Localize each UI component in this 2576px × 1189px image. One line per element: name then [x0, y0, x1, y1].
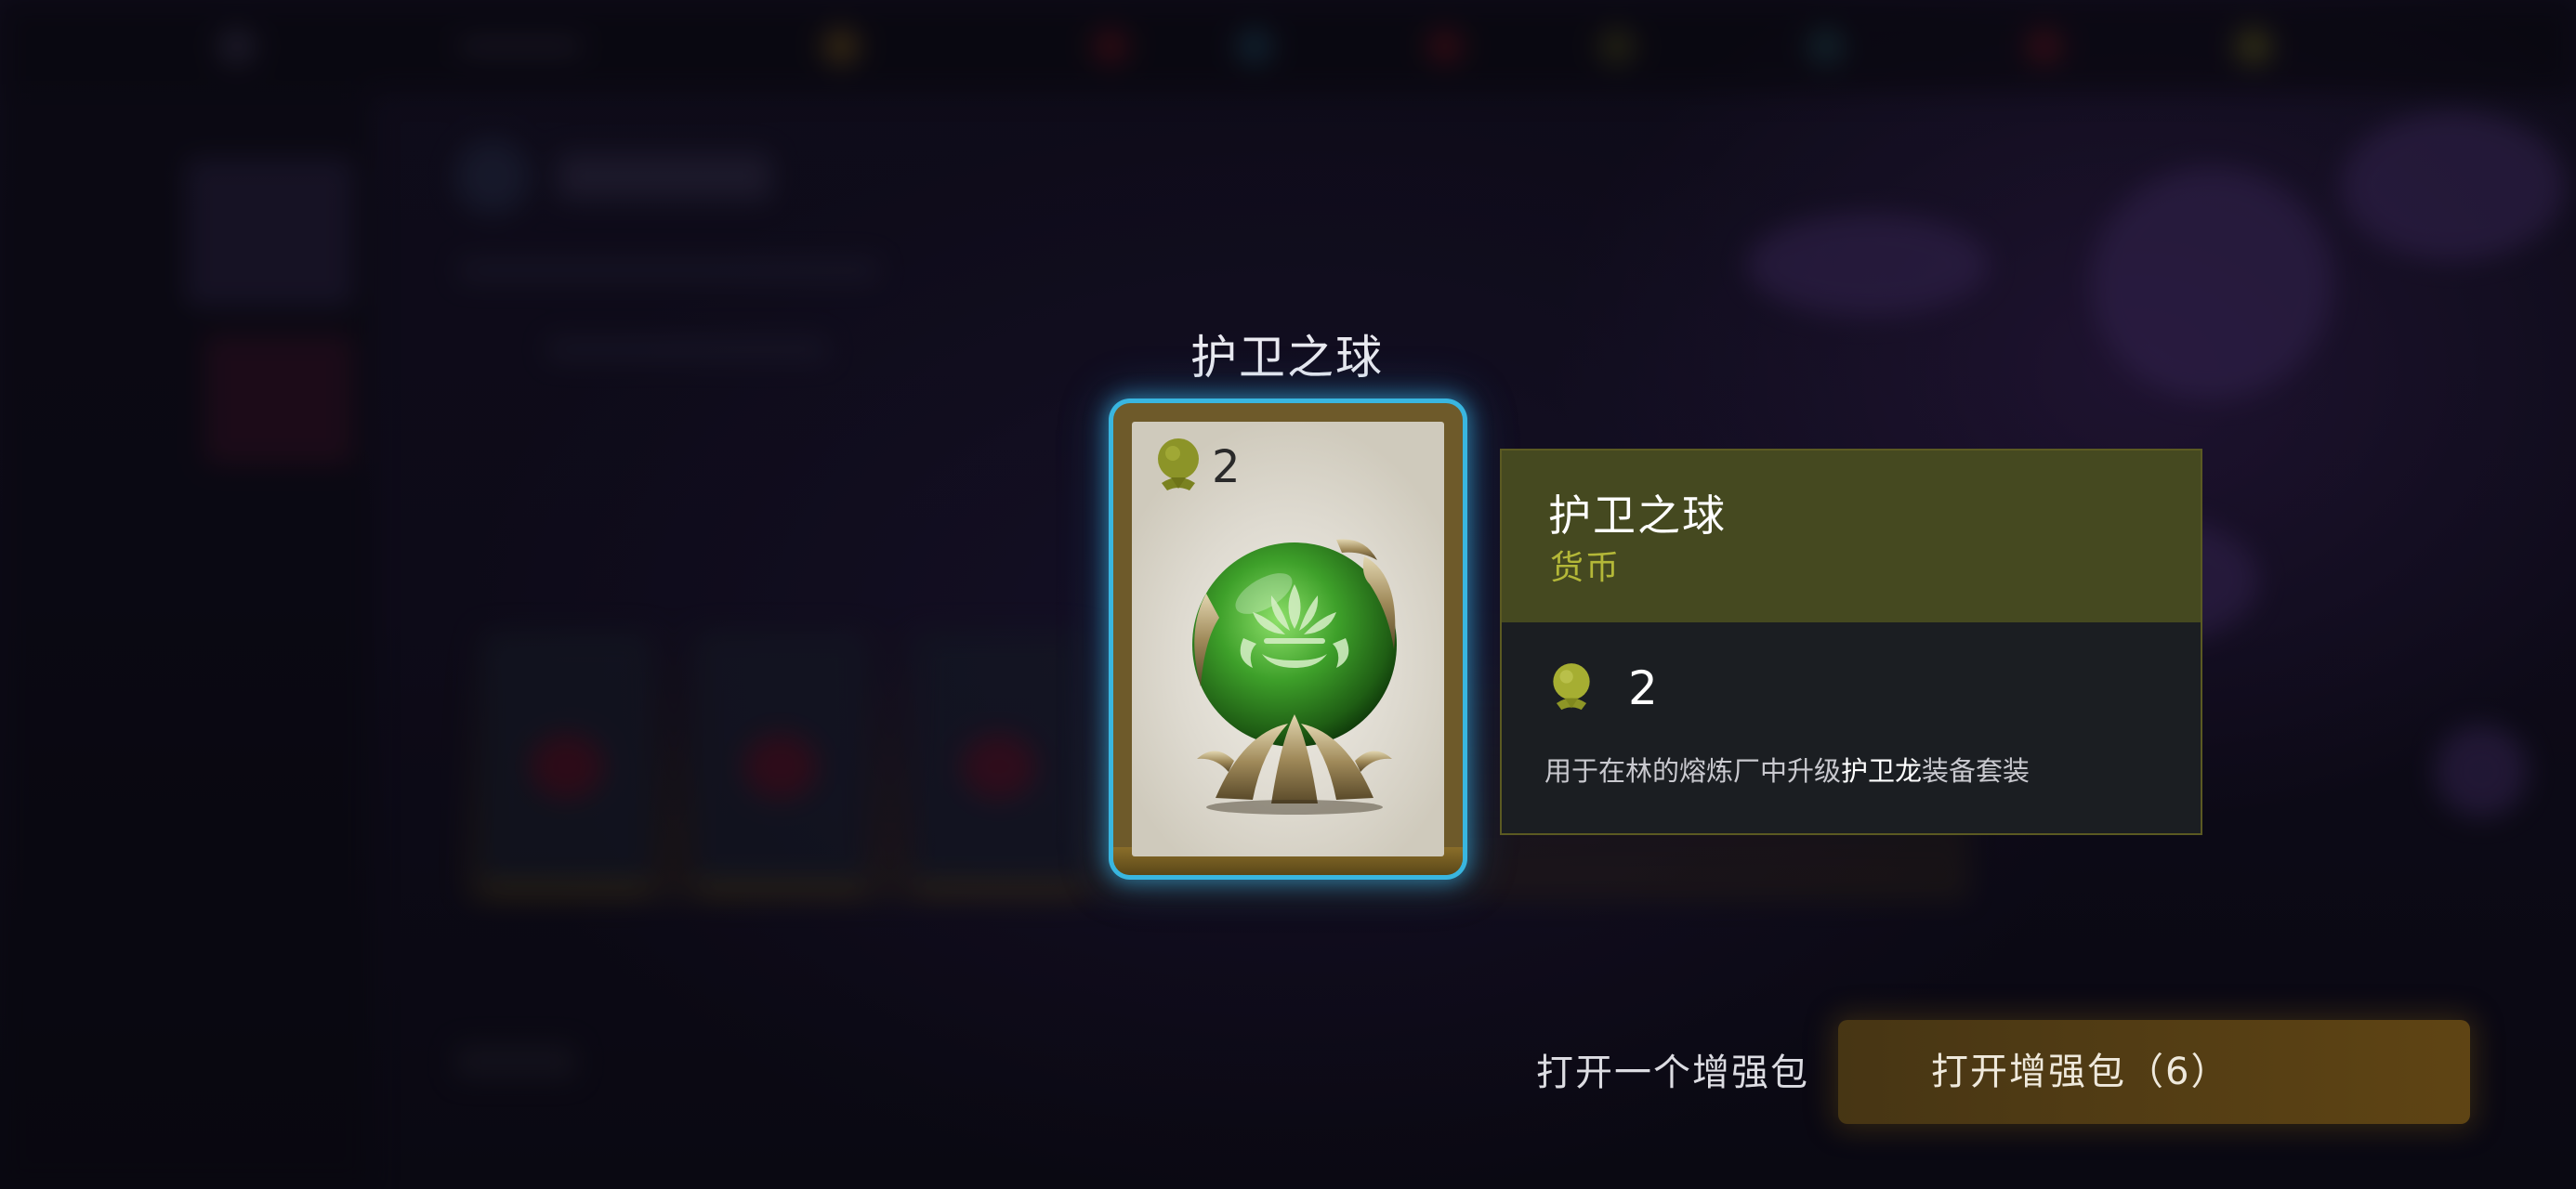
item-cost-value: 2 — [1628, 661, 1658, 715]
featured-card-title: 护卫之球 — [1190, 331, 1384, 385]
item-description-text: 装备套装 — [1922, 755, 2031, 787]
card-face: 2 — [1132, 422, 1444, 856]
open-all-packs-button[interactable]: 打开增强包（6） — [1838, 1020, 2470, 1124]
guardian-orb-art — [1192, 539, 1397, 815]
item-description-highlight: 护卫龙 — [1841, 755, 1923, 787]
item-info-panel: 护卫之球 货币 2 用于在林的熔炼厂中升级护卫龙装备套装 — [1500, 449, 2202, 835]
item-info-header: 护卫之球 货币 — [1502, 451, 2201, 622]
item-type: 货币 — [1550, 549, 1622, 587]
item-description: 用于在林的熔炼厂中升级护卫龙装备套装 — [1544, 752, 2030, 790]
item-description-text: 用于在林的熔炼厂中升级 — [1544, 755, 1842, 787]
booster-reveal-screen: 护卫之球 2 护卫之球 货币 2 用于在林的熔炼厂中升级护卫龙装备套装 打开一个… — [0, 0, 2576, 1189]
item-name: 护卫之球 — [1548, 490, 1727, 541]
open-all-packs-label: 打开增强包（6） — [1931, 1051, 2230, 1093]
orb-cost-icon — [1158, 438, 1199, 490]
open-one-pack-button[interactable]: 打开一个增强包 — [1515, 1040, 1831, 1105]
card-cost-value: 2 — [1212, 441, 1241, 493]
featured-card[interactable]: 2 — [1113, 403, 1463, 875]
orb-cost-icon — [1553, 663, 1590, 711]
